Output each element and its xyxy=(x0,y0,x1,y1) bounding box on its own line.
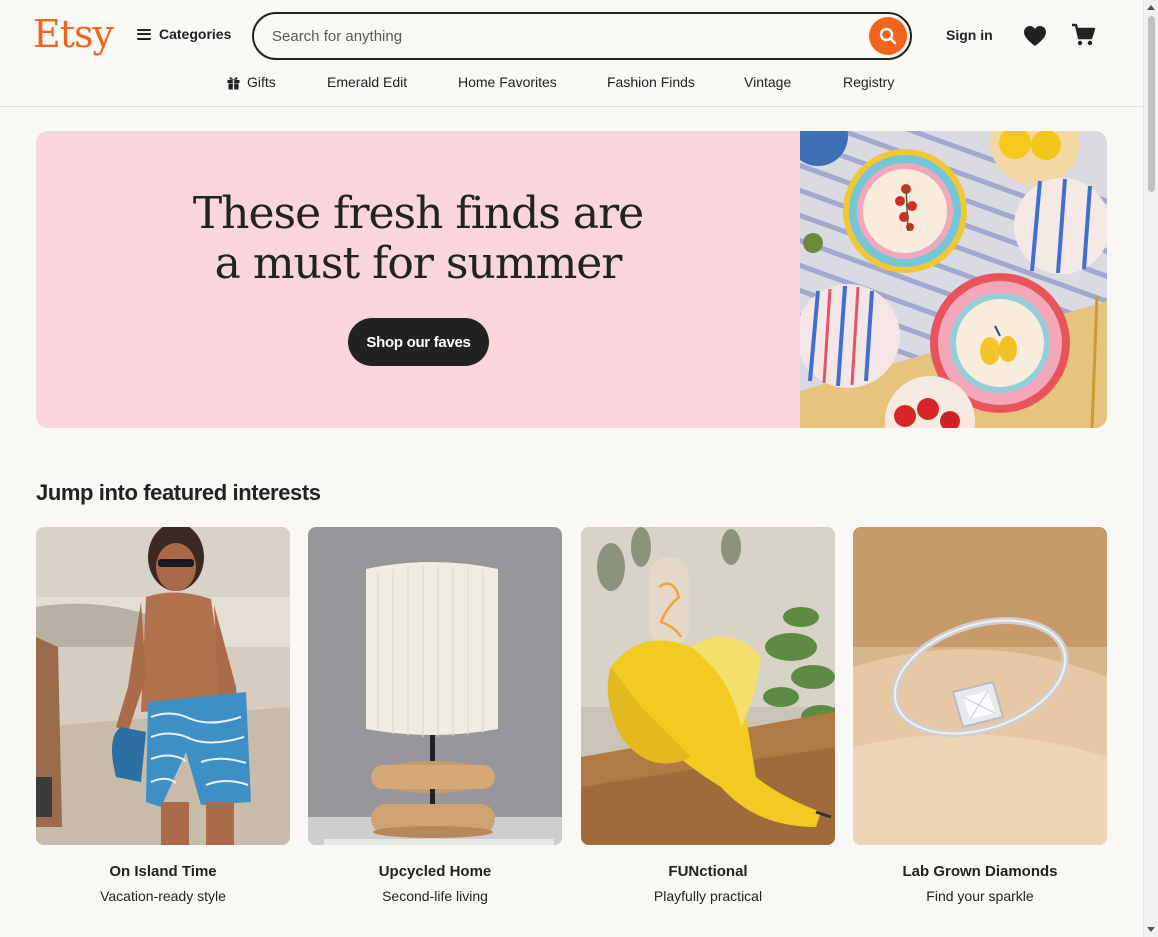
search-icon xyxy=(879,27,897,45)
card-subtitle: Playfully practical xyxy=(653,888,763,904)
hero-title-line: a must for summer xyxy=(214,238,623,289)
categories-button[interactable]: Categories xyxy=(137,26,231,42)
search-input[interactable] xyxy=(272,27,869,45)
scrollbar-thumb[interactable] xyxy=(1148,16,1155,192)
card-title: Upcycled Home xyxy=(378,863,492,880)
card-title: Lab Grown Diamonds xyxy=(902,863,1058,880)
card-title: FUNctional xyxy=(668,863,748,880)
cart-icon xyxy=(1072,23,1096,46)
vertical-scrollbar[interactable] xyxy=(1143,0,1158,937)
interest-card-lab-grown-diamonds[interactable]: Lab Grown Diamonds Find your sparkle xyxy=(853,527,1107,904)
interest-card-upcycled-home[interactable]: Upcycled Home Second-life living xyxy=(308,527,562,904)
diamond-ring-image xyxy=(853,527,1107,845)
banana-lamp-image xyxy=(581,527,841,845)
nav-item-registry[interactable]: Registry xyxy=(843,74,894,90)
hero-plates-image xyxy=(800,131,1107,428)
interest-card-on-island-time[interactable]: On Island Time Vacation-ready style xyxy=(36,523,290,904)
nav-item-label: Gifts xyxy=(247,74,276,90)
favorites-button[interactable] xyxy=(1022,24,1048,53)
site-header: Etsy Categories Sign in xyxy=(0,0,1143,107)
nav-item-vintage[interactable]: Vintage xyxy=(744,74,791,90)
search-bar xyxy=(252,12,912,60)
heart-icon xyxy=(1024,26,1046,46)
nav-item-home-favorites[interactable]: Home Favorites xyxy=(458,74,557,90)
interest-card-functional[interactable]: FUNctional Playfully practical xyxy=(581,527,841,904)
cart-button[interactable] xyxy=(1070,22,1096,53)
search-button[interactable] xyxy=(869,17,907,55)
sign-in-link[interactable]: Sign in xyxy=(946,27,993,43)
category-nav: Gifts Emerald Edit Home Favorites Fashio… xyxy=(0,74,1143,92)
categories-label: Categories xyxy=(159,26,232,42)
card-title: On Island Time xyxy=(109,863,217,880)
nav-item-emerald-edit[interactable]: Emerald Edit xyxy=(327,74,407,90)
card-subtitle: Second-life living xyxy=(382,888,488,904)
shop-our-faves-button[interactable]: Shop our faves xyxy=(348,318,489,366)
scroll-down-arrow-icon[interactable] xyxy=(1147,927,1155,932)
table-lamp-image xyxy=(308,527,562,845)
swimwear-model-image xyxy=(36,523,290,845)
nav-item-gifts[interactable]: Gifts xyxy=(226,74,276,90)
card-subtitle: Find your sparkle xyxy=(926,888,1034,904)
gift-icon xyxy=(227,76,240,89)
hero-title-line: These fresh finds are xyxy=(192,188,644,239)
hero-title: These fresh finds are a must for summer xyxy=(36,189,800,289)
etsy-logo[interactable]: Etsy xyxy=(33,12,114,56)
menu-icon xyxy=(137,28,151,40)
nav-item-fashion-finds[interactable]: Fashion Finds xyxy=(607,74,695,90)
scroll-up-arrow-icon[interactable] xyxy=(1147,5,1155,10)
hero-banner: These fresh finds are a must for summer … xyxy=(36,131,1107,428)
featured-interests-title: Jump into featured interests xyxy=(36,480,321,505)
card-subtitle: Vacation-ready style xyxy=(100,888,226,904)
